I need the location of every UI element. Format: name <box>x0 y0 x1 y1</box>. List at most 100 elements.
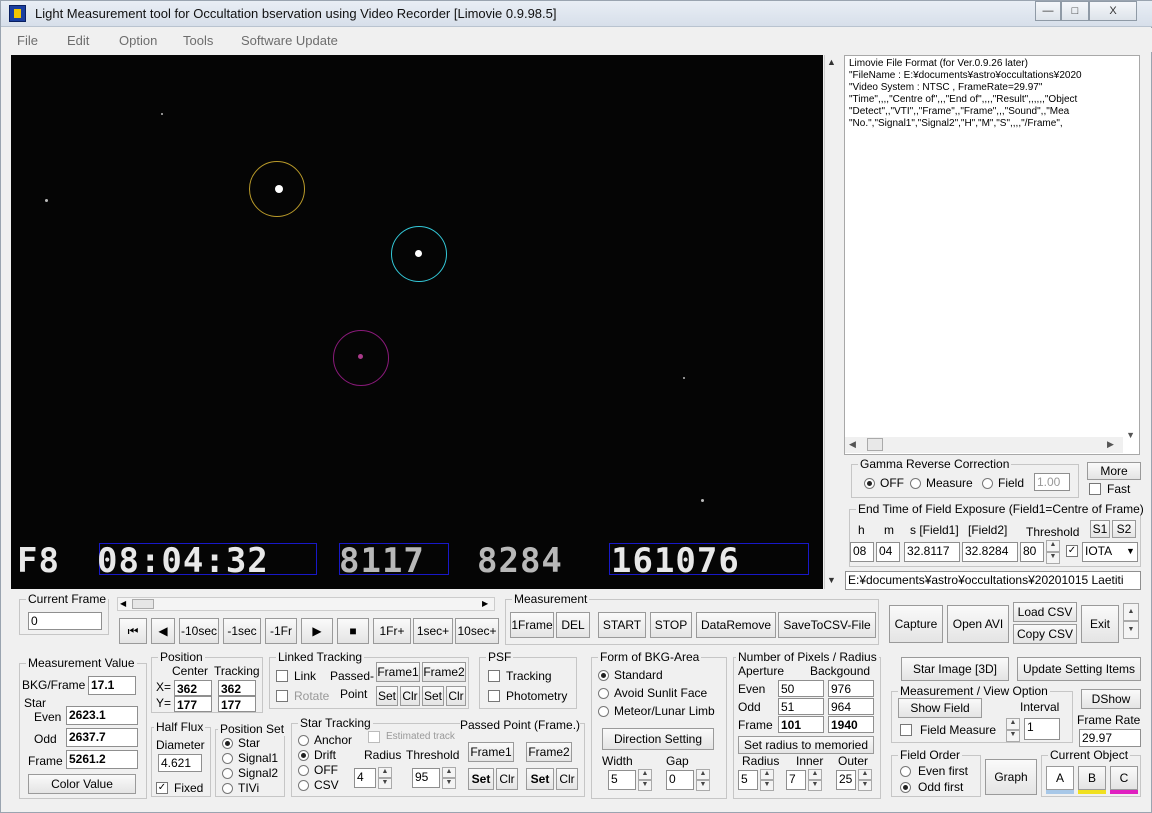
minus-10sec-button[interactable]: -10sec <box>179 618 219 644</box>
frame-rate-input[interactable]: 29.97 <box>1079 729 1141 747</box>
close-button[interactable]: X <box>1089 1 1137 21</box>
bkg-meteor-radio[interactable] <box>598 706 609 717</box>
scroll-down-icon[interactable]: ▼ <box>827 575 836 585</box>
aperture-ring-b[interactable] <box>391 226 447 282</box>
load-csv-button[interactable]: Load CSV <box>1013 602 1077 622</box>
interval-down-icon[interactable]: ▼ <box>1006 730 1020 742</box>
plus-1fr-button[interactable]: 1Fr+ <box>373 618 411 644</box>
psf-tracking-checkbox[interactable] <box>488 670 500 682</box>
half-flux-diameter-input[interactable]: 4.621 <box>158 754 202 772</box>
slider-right-icon[interactable]: ▶ <box>482 599 488 608</box>
video-scrollbar[interactable]: ▲ ▼ <box>824 55 842 589</box>
object-c-button[interactable]: C <box>1110 766 1138 790</box>
posset-star-radio[interactable] <box>222 738 233 749</box>
threshold-up-icon[interactable]: ▲ <box>1046 540 1060 552</box>
linked-set1-button[interactable]: Set <box>376 686 398 706</box>
posset-tivi-radio[interactable] <box>222 783 233 794</box>
estimated-track-checkbox[interactable] <box>368 731 380 743</box>
minus-1fr-button[interactable]: -1Fr <box>265 618 297 644</box>
exit-button[interactable]: Exit <box>1081 605 1119 643</box>
minus-1sec-button[interactable]: -1sec <box>223 618 261 644</box>
current-frame-input[interactable]: 0 <box>28 612 102 630</box>
gamma-value-input[interactable]: 1.00 <box>1034 473 1070 491</box>
s1-button[interactable]: S1 <box>1090 520 1110 538</box>
menu-software-update[interactable]: Software Update <box>241 33 338 48</box>
tracking-threshold-input[interactable]: 95 <box>412 768 440 788</box>
anchor-radio[interactable] <box>298 735 309 746</box>
psf-photometry-checkbox[interactable] <box>488 690 500 702</box>
plus-10sec-button[interactable]: 10sec+ <box>455 618 499 644</box>
menu-option[interactable]: Option <box>119 33 157 48</box>
aperture-ring-c[interactable] <box>333 330 389 386</box>
data-remove-button[interactable]: DataRemove <box>696 612 776 638</box>
bkg-gap-input[interactable]: 0 <box>666 770 694 790</box>
threshold2-down-icon[interactable]: ▼ <box>442 778 456 789</box>
scroll-left-icon[interactable]: ◀ <box>849 439 856 450</box>
save-csv-button[interactable]: SaveToCSV-File <box>778 612 876 638</box>
scroll-right-icon[interactable]: ▶ <box>1107 439 1114 450</box>
threshold-input[interactable]: 80 <box>1020 542 1044 562</box>
graph-button[interactable]: Graph <box>985 759 1037 795</box>
passed-frame2-button[interactable]: Frame2 <box>526 742 572 762</box>
drift-radio[interactable] <box>298 750 309 761</box>
log-hscrollbar[interactable]: ◀ ▶ <box>845 437 1123 453</box>
ap-radius-up-icon[interactable]: ▲ <box>760 769 774 780</box>
gamma-off-radio[interactable] <box>864 478 875 489</box>
outer-down-icon[interactable]: ▼ <box>858 780 872 791</box>
maximize-button[interactable]: □ <box>1061 1 1089 21</box>
delete-button[interactable]: DEL <box>556 612 590 638</box>
frame-slider[interactable]: ◀ ▶ <box>117 597 495 611</box>
bkg-avoid-sunlit-radio[interactable] <box>598 688 609 699</box>
aperture-radius-input[interactable]: 5 <box>738 770 758 790</box>
log-scroll-thumb[interactable] <box>867 438 883 451</box>
update-settings-button[interactable]: Update Setting Items <box>1017 657 1141 681</box>
passed-frame1-button[interactable]: Frame1 <box>468 742 514 762</box>
chevron-down-icon[interactable]: ▼ <box>1126 546 1135 556</box>
linked-frame1-button[interactable]: Frame1 <box>376 662 420 682</box>
scroll-up-icon[interactable]: ▲ <box>827 57 836 67</box>
passed-set1-button[interactable]: Set <box>468 768 494 790</box>
stop-playback-button[interactable]: ■ <box>337 618 369 644</box>
show-field-button[interactable]: Show Field <box>898 698 982 718</box>
menu-edit[interactable]: Edit <box>67 33 89 48</box>
slider-left-icon[interactable]: ◀ <box>120 599 126 608</box>
interval-input[interactable]: 1 <box>1024 718 1060 740</box>
link-checkbox[interactable] <box>276 670 288 682</box>
width-down-icon[interactable]: ▼ <box>638 780 652 791</box>
passed-set2-button[interactable]: Set <box>526 768 554 790</box>
field-measure-checkbox[interactable] <box>900 724 912 736</box>
linked-frame2-button[interactable]: Frame2 <box>422 662 466 682</box>
posset-signal2-radio[interactable] <box>222 768 233 779</box>
bkg-width-input[interactable]: 5 <box>608 770 636 790</box>
dshow-button[interactable]: DShow <box>1081 689 1141 709</box>
set-radius-memoried-button[interactable]: Set radius to memoried <box>738 736 874 754</box>
copy-csv-button[interactable]: Copy CSV <box>1013 624 1077 644</box>
gap-down-icon[interactable]: ▼ <box>696 780 710 791</box>
direction-setting-button[interactable]: Direction Setting <box>602 728 714 750</box>
radius-down-icon[interactable]: ▼ <box>378 778 392 789</box>
menu-file[interactable]: File <box>17 33 38 48</box>
minimize-button[interactable]: — <box>1035 1 1061 21</box>
object-a-button[interactable]: A <box>1046 766 1074 790</box>
s2-button[interactable]: S2 <box>1112 520 1136 538</box>
gap-up-icon[interactable]: ▲ <box>696 769 710 780</box>
log-scroll-down-icon[interactable]: ▼ <box>1126 430 1135 440</box>
posset-signal1-radio[interactable] <box>222 753 233 764</box>
video-frame[interactable]: F8 08:04:32 8117 8284 161076 <box>11 55 823 589</box>
inner-down-icon[interactable]: ▼ <box>808 780 822 791</box>
passed-clr2-button[interactable]: Clr <box>556 768 578 790</box>
fast-checkbox[interactable] <box>1089 483 1101 495</box>
interval-up-icon[interactable]: ▲ <box>1006 718 1020 730</box>
linked-clr2-button[interactable]: Clr <box>446 686 466 706</box>
star-image-3d-button[interactable]: Star Image [3D] <box>901 657 1009 681</box>
inner-up-icon[interactable]: ▲ <box>808 769 822 780</box>
second-input[interactable]: 32.8117 <box>904 542 960 562</box>
outer-radius-input[interactable]: 25 <box>836 770 856 790</box>
gamma-field-radio[interactable] <box>982 478 993 489</box>
panel-up-icon[interactable]: ▲ <box>1123 603 1139 621</box>
file-path-field[interactable]: E:¥documents¥astro¥occultations¥20201015… <box>845 571 1141 590</box>
linked-clr1-button[interactable]: Clr <box>400 686 420 706</box>
outer-up-icon[interactable]: ▲ <box>858 769 872 780</box>
odd-first-radio[interactable] <box>900 782 911 793</box>
object-b-button[interactable]: B <box>1078 766 1106 790</box>
